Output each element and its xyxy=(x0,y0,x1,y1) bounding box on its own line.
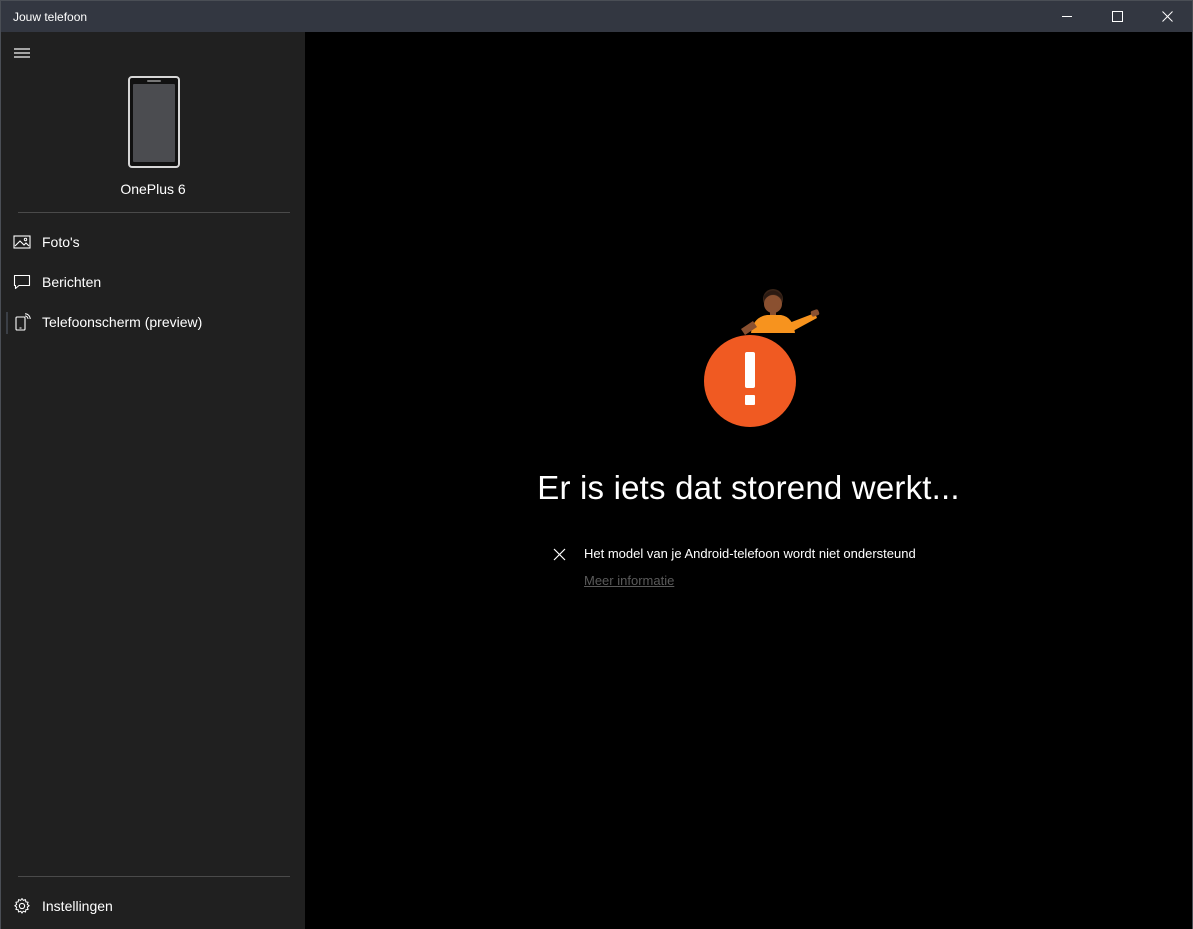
divider xyxy=(18,876,290,877)
issue-text: Het model van je Android-telefoon wordt … xyxy=(584,546,916,561)
close-icon xyxy=(1161,11,1173,22)
title-bar[interactable]: Jouw telefoon xyxy=(1,1,1192,32)
minimize-icon xyxy=(1061,16,1072,17)
sidebar-item-settings[interactable]: Instellingen xyxy=(1,886,305,926)
sidebar-item-phone-screen[interactable]: Telefoonscherm (preview) xyxy=(1,302,305,342)
phone-image xyxy=(128,76,180,168)
gear-icon xyxy=(14,898,30,914)
photos-icon xyxy=(13,235,31,249)
hamburger-icon xyxy=(14,48,30,58)
settings-label: Instellingen xyxy=(42,898,113,914)
sidebar-item-label: Berichten xyxy=(42,274,102,290)
error-illustration xyxy=(704,289,820,427)
app-window: Jouw telefoon OnePlus 6 Foto's Berichten… xyxy=(0,0,1193,929)
close-button[interactable] xyxy=(1142,1,1192,32)
maximize-button[interactable] xyxy=(1092,1,1142,32)
minimize-button[interactable] xyxy=(1042,1,1092,32)
main-content: Er is iets dat storend werkt... Het mode… xyxy=(305,32,1192,929)
divider xyxy=(18,212,290,213)
window-title: Jouw telefoon xyxy=(13,9,88,24)
sidebar-item-label: Telefoonscherm (preview) xyxy=(42,314,203,330)
sidebar: OnePlus 6 Foto's Berichten Telefoonscher… xyxy=(1,32,305,929)
sidebar-item-label: Foto's xyxy=(42,234,80,250)
device-name: OnePlus 6 xyxy=(120,181,186,197)
issue-row: Het model van je Android-telefoon wordt … xyxy=(553,545,1053,565)
phone-screen-icon xyxy=(15,313,31,331)
messages-icon xyxy=(13,274,31,290)
sidebar-item-messages[interactable]: Berichten xyxy=(1,262,305,302)
maximize-icon xyxy=(1111,11,1123,22)
hamburger-menu-button[interactable] xyxy=(11,44,33,62)
error-headline: Er is iets dat storend werkt... xyxy=(537,469,960,506)
x-mark-icon xyxy=(553,548,566,561)
sidebar-item-photos[interactable]: Foto's xyxy=(1,222,305,262)
more-info-link[interactable]: Meer informatie xyxy=(584,573,674,588)
active-indicator xyxy=(6,312,8,334)
